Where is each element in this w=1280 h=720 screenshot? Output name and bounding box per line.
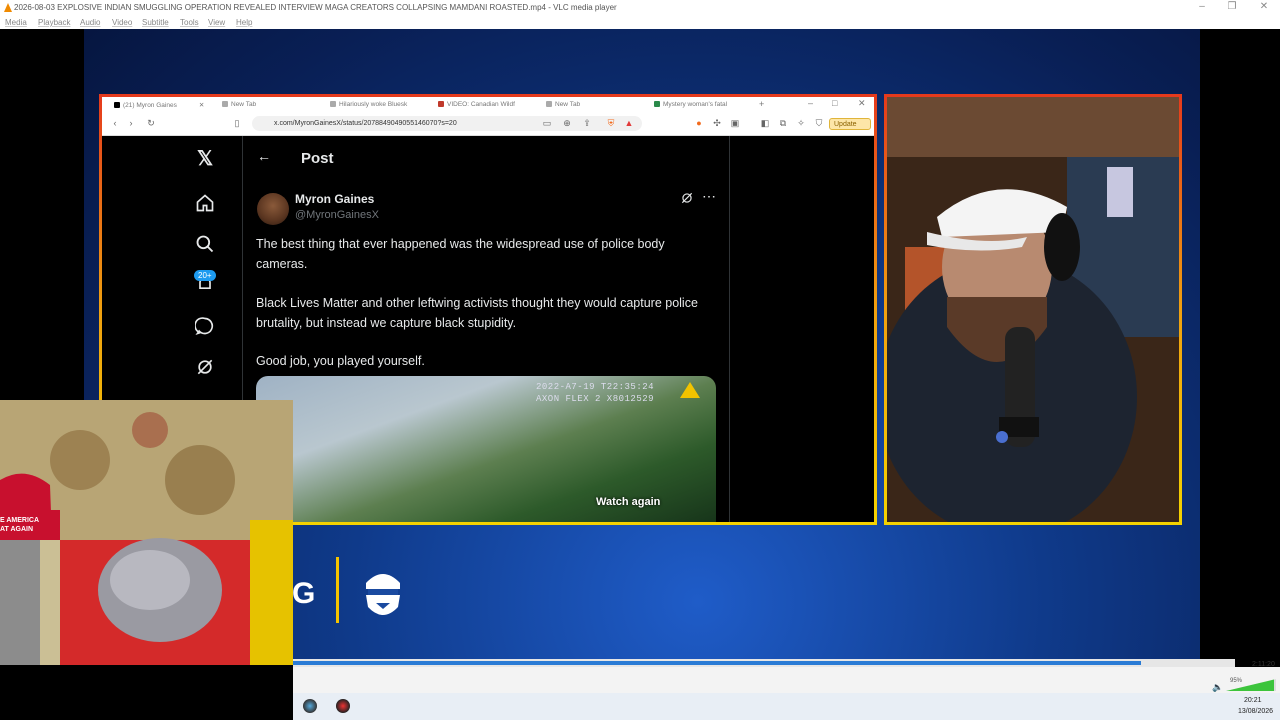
video-frame[interactable]: (21) Myron Gaines ✕ New Tab Hilariously w… [0, 29, 1280, 665]
browser-toolbar: ‹ › ↻ ▯ x.com/MyronGainesX/status/207884… [102, 113, 874, 136]
obs-icon[interactable] [303, 699, 317, 713]
clock-date: 13/08/2026 [1238, 708, 1274, 715]
avatar[interactable] [257, 193, 289, 225]
search-icon[interactable] [194, 234, 216, 256]
app-icon[interactable] [336, 699, 350, 713]
axon-logo-icon [680, 382, 700, 398]
menu-playback[interactable]: Playback [38, 18, 70, 27]
restore-icon[interactable]: □ [832, 98, 837, 108]
update-button[interactable]: Update [829, 118, 871, 130]
taskbar [293, 693, 1280, 720]
grok-icon[interactable] [680, 191, 694, 210]
post-text: Good job, you played yourself. [256, 354, 425, 368]
seek-progress [293, 661, 1141, 665]
tab-close-icon: ✕ [198, 102, 205, 109]
streamer-webcam [884, 94, 1182, 525]
bodycam-timestamp: 2022-A7-19 T22:35:24 [536, 382, 655, 392]
watch-again-button[interactable]: Watch again [596, 496, 660, 508]
close-icon[interactable]: ✕ [858, 98, 866, 108]
puzzle-icon[interactable]: ✣ [712, 118, 722, 128]
extension-icon[interactable]: ● [694, 118, 704, 128]
notification-badge: 20+ [194, 270, 216, 281]
vlc-cone-icon [4, 3, 12, 12]
window-title: 2026-08-03 EXPLOSIVE INDIAN SMUGGLING OP… [14, 3, 617, 12]
author-handle[interactable]: @MyronGainesX [295, 209, 379, 221]
close-icon[interactable]: ✕ [1254, 1, 1274, 12]
butterfly-icon [330, 101, 336, 107]
seek-bar[interactable] [293, 659, 1235, 667]
maga-hat-text: E AMERICA AT AGAIN [0, 517, 40, 533]
cat-scene [0, 400, 293, 665]
clock-time: 20:21 [1244, 697, 1262, 704]
news-icon [654, 101, 660, 107]
menu-view[interactable]: View [208, 18, 225, 27]
cat-camera-overlay: E AMERICA AT AGAIN [0, 400, 293, 665]
restore-icon[interactable]: ❐ [1222, 1, 1242, 12]
page-title: Post [301, 150, 334, 167]
browser-tab[interactable]: Mystery woman's fatal [654, 101, 727, 111]
b-logo-icon [438, 101, 444, 107]
vpn-icon[interactable]: ⛉ [814, 118, 824, 128]
grok-icon[interactable] [194, 357, 216, 379]
menu-help[interactable]: Help [236, 18, 252, 27]
wallet-icon[interactable]: ▣ [730, 118, 740, 128]
menu-bar: Media Playback Audio Video Subtitle Tool… [0, 16, 1280, 29]
logo-divider [336, 557, 339, 623]
volume-slider[interactable] [1226, 678, 1276, 691]
messages-icon[interactable] [194, 316, 216, 338]
back-icon[interactable]: ‹ [110, 118, 120, 128]
browser-tab-bar: (21) Myron Gaines ✕ New Tab Hilariously w… [102, 97, 874, 113]
menu-subtitle[interactable]: Subtitle [142, 18, 169, 27]
menu-tools[interactable]: Tools [180, 18, 199, 27]
browser-tab[interactable]: New Tab [222, 101, 256, 111]
post-text: Black Lives Matter and other leftwing ac… [256, 296, 698, 330]
leo-icon[interactable]: ✧ [796, 118, 806, 128]
menu-video[interactable]: Video [112, 18, 132, 27]
zoom-icon[interactable]: ⊕ [562, 118, 572, 128]
brave-shield-icon[interactable]: ⛨ [606, 118, 616, 128]
more-options-icon[interactable]: ⋯ [702, 188, 716, 205]
forward-icon[interactable]: › [126, 118, 136, 128]
x-logo-icon[interactable]: 𝕏 [194, 148, 216, 170]
window-title-bar: 2026-08-03 EXPLOSIVE INDIAN SMUGGLING OP… [0, 0, 1280, 16]
sidebar-icon[interactable]: ◧ [760, 118, 770, 128]
browser-tab[interactable]: (21) Myron Gaines ✕ [114, 101, 204, 111]
shield-icon [222, 101, 228, 107]
channel-logo-letter: G [292, 577, 316, 610]
back-arrow-icon[interactable]: ← [257, 148, 271, 164]
minimize-icon[interactable]: – [808, 98, 813, 108]
post-video[interactable]: 2022-A7-19 T22:35:24 AXON FLEX 2 X801252… [256, 376, 716, 522]
bodycam-device-id: AXON FLEX 2 X8012529 [536, 394, 655, 404]
rewards-icon[interactable]: ▲ [624, 118, 634, 128]
share-icon[interactable]: ⇪ [582, 118, 592, 128]
browser-tab[interactable]: VIDEO: Canadian Wildf [438, 101, 515, 111]
new-tab-icon[interactable]: + [759, 99, 764, 109]
screenshot-icon[interactable]: ⧉ [778, 118, 788, 128]
webcam-scene [887, 97, 1179, 522]
home-icon[interactable] [194, 193, 216, 215]
column-divider [729, 136, 730, 522]
reload-icon[interactable]: ↻ [146, 118, 156, 128]
author-name[interactable]: Myron Gaines [295, 192, 374, 206]
reader-icon[interactable]: ▭ [542, 118, 552, 128]
bearded-face-logo-icon [358, 563, 408, 621]
menu-audio[interactable]: Audio [80, 18, 100, 27]
menu-media[interactable]: Media [5, 18, 27, 27]
x-logo-icon [114, 102, 120, 108]
browser-tab[interactable]: New Tab [546, 101, 580, 111]
bookmark-icon[interactable]: ▯ [232, 118, 242, 128]
post-text: The best thing that ever happened was th… [256, 237, 665, 271]
minimize-icon[interactable]: – [1192, 1, 1212, 12]
speaker-icon[interactable]: 🔈 [1212, 682, 1223, 693]
shield-icon [546, 101, 552, 107]
browser-tab[interactable]: Hilariously woke Bluesk [330, 101, 407, 111]
